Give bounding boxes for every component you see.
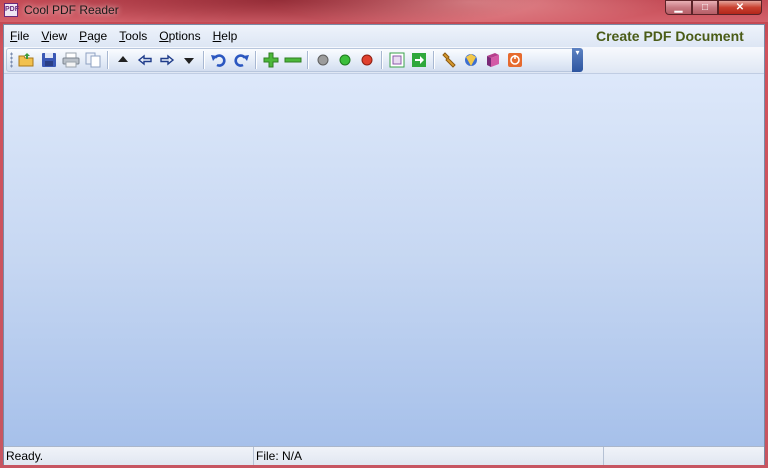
menu-help-rest: elp xyxy=(221,29,238,43)
toolbar-row: ▾ xyxy=(4,47,764,73)
client-area: File View Page Tools Options Help ▾ Read… xyxy=(3,24,765,465)
status-file: File: N/A xyxy=(254,447,604,465)
close-button[interactable]: ✕ xyxy=(718,0,762,15)
toolbar-separator xyxy=(107,51,109,69)
menu-tools[interactable]: Tools xyxy=(113,29,153,43)
app-icon[interactable]: PDF xyxy=(4,3,19,17)
title-bar[interactable]: PDF Cool PDF Reader ▁ □ ✕ xyxy=(0,0,768,22)
toolbar-separator xyxy=(433,51,435,69)
go-arrow-icon xyxy=(412,53,426,67)
gray-circle-icon xyxy=(317,54,329,66)
menu-page-rest: age xyxy=(87,29,108,43)
power-icon xyxy=(508,53,522,67)
toolbar-separator xyxy=(203,51,205,69)
red-circle-icon xyxy=(361,54,373,66)
menu-help[interactable]: Help xyxy=(207,29,244,43)
next-page-icon xyxy=(160,54,175,66)
document-workspace[interactable] xyxy=(4,73,764,447)
menu-view-accel: V xyxy=(41,29,50,43)
minimize-button[interactable]: ▁ xyxy=(665,0,692,15)
last-page-button[interactable] xyxy=(178,49,200,71)
zoom-out-icon xyxy=(284,57,302,63)
menu-help-accel: H xyxy=(212,29,222,43)
first-page-button[interactable] xyxy=(112,49,134,71)
toolbar-overflow-button[interactable]: ▾ xyxy=(572,48,583,72)
fit-page-icon xyxy=(389,52,405,68)
open-folder-icon xyxy=(18,53,34,67)
create-pdf-document-link[interactable]: Create PDF Document xyxy=(596,28,744,44)
go-button[interactable] xyxy=(408,49,430,71)
rotate-left-icon xyxy=(211,54,226,67)
print-button[interactable] xyxy=(60,49,82,71)
update-button[interactable] xyxy=(460,49,482,71)
previous-page-button[interactable] xyxy=(134,49,156,71)
status-bar: Ready. File: N/A xyxy=(4,446,764,465)
app-window: PDF Cool PDF Reader ▁ □ ✕ File View Page… xyxy=(0,0,768,468)
toolbar-separator xyxy=(307,51,309,69)
last-page-icon xyxy=(184,58,194,64)
rotate-right-button[interactable] xyxy=(230,49,252,71)
red-circle-button[interactable] xyxy=(356,49,378,71)
toolbar-separator xyxy=(381,51,383,69)
status-extra xyxy=(604,447,764,465)
zoom-in-button[interactable] xyxy=(260,49,282,71)
green-circle-icon xyxy=(339,54,351,66)
tools-wrench-icon xyxy=(442,52,456,68)
power-button[interactable] xyxy=(504,49,526,71)
main-toolbar xyxy=(6,48,580,72)
menu-file-rest: ile xyxy=(17,29,30,43)
window-title: Cool PDF Reader xyxy=(24,3,119,17)
rotate-right-icon xyxy=(234,54,249,67)
menu-options-rest: ptions xyxy=(168,29,201,43)
shield-update-icon xyxy=(465,54,477,66)
book-button[interactable] xyxy=(482,49,504,71)
copy-button[interactable] xyxy=(82,49,104,71)
menu-tools-rest: ools xyxy=(125,29,148,43)
open-button[interactable] xyxy=(16,49,38,71)
rotate-left-button[interactable] xyxy=(208,49,230,71)
toolbar-grip[interactable] xyxy=(10,52,13,68)
copy-icon xyxy=(85,52,101,68)
first-page-icon xyxy=(118,56,128,62)
menu-view-rest: iew xyxy=(49,29,68,43)
save-button[interactable] xyxy=(38,49,60,71)
zoom-out-button[interactable] xyxy=(282,49,304,71)
menu-options-accel: O xyxy=(159,29,169,43)
book-icon xyxy=(487,53,499,67)
gray-circle-button[interactable] xyxy=(312,49,334,71)
maximize-button[interactable]: □ xyxy=(692,0,718,15)
fit-page-button[interactable] xyxy=(386,49,408,71)
next-page-button[interactable] xyxy=(156,49,178,71)
status-ready: Ready. xyxy=(4,447,254,465)
menu-options[interactable]: Options xyxy=(153,29,206,43)
menu-file[interactable]: File xyxy=(4,29,35,43)
toolbar-separator xyxy=(255,51,257,69)
print-icon xyxy=(62,52,80,68)
tools-button[interactable] xyxy=(438,49,460,71)
previous-page-icon xyxy=(137,54,152,66)
green-circle-button[interactable] xyxy=(334,49,356,71)
save-icon xyxy=(42,53,56,67)
caption-buttons: ▁ □ ✕ xyxy=(665,0,762,16)
menu-page-accel: P xyxy=(79,29,88,43)
menu-page[interactable]: Page xyxy=(73,29,113,43)
zoom-in-icon xyxy=(263,52,279,68)
menu-view[interactable]: View xyxy=(35,29,73,43)
